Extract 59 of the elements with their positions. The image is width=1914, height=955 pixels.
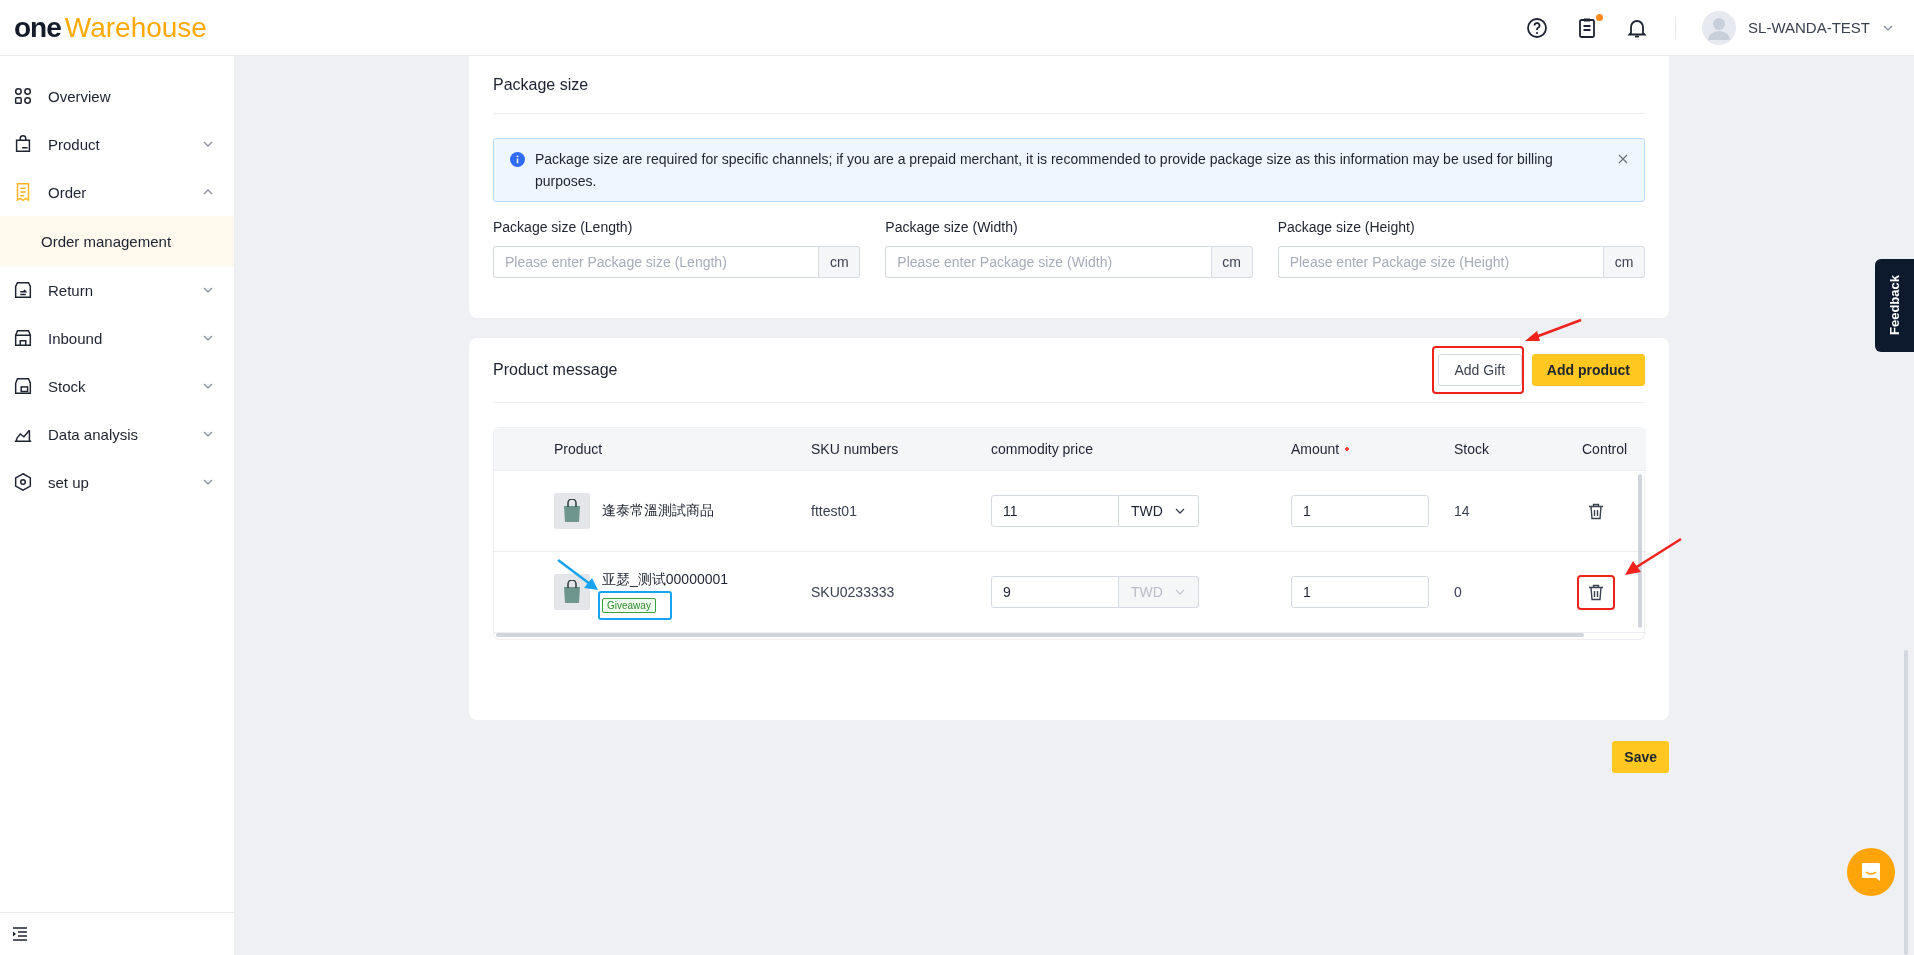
- sidebar-item[interactable]: Stock: [0, 362, 234, 410]
- size-input-field[interactable]: Please enter Package size (Height): [1277, 246, 1603, 278]
- column-header: Control: [1582, 440, 1628, 459]
- column-header: Product: [554, 440, 603, 459]
- column-header: SKU numbers: [811, 440, 899, 459]
- close-icon[interactable]: [1618, 154, 1628, 164]
- field-label: Package size (Length): [493, 219, 634, 235]
- required-mark: [1344, 446, 1351, 452]
- price-input-field[interactable]: 9: [991, 576, 1119, 608]
- info-icon: [510, 152, 525, 167]
- column-header: commodity price: [991, 440, 1093, 459]
- sidebar-item[interactable]: Overview: [0, 72, 234, 120]
- collapse-menu-icon[interactable]: [12, 927, 28, 941]
- sidebar-item[interactable]: Product: [0, 120, 234, 168]
- help-icon[interactable]: [1525, 15, 1550, 40]
- product-name: 逢泰常溫測試商品: [602, 502, 714, 520]
- feedback-tab[interactable]: Feedback: [1875, 259, 1914, 352]
- section-title: Product message: [493, 361, 619, 379]
- sidebar-item[interactable]: Order: [0, 168, 234, 216]
- scrollbar[interactable]: [1638, 474, 1642, 628]
- scrollbar[interactable]: [496, 633, 1584, 637]
- product-name: 亚瑟_测试00000001: [602, 571, 729, 589]
- amount-input-field[interactable]: 1: [1291, 576, 1429, 608]
- photo-placeholder: [554, 574, 590, 610]
- price-input-field[interactable]: 11: [991, 495, 1119, 527]
- sidebar-item[interactable]: set up: [0, 458, 234, 506]
- sidebar-item[interactable]: Data analysis: [0, 410, 234, 458]
- currency-select[interactable]: TWD: [1119, 495, 1199, 527]
- field-label: Package size (Width): [885, 219, 1019, 235]
- sidebar-item[interactable]: Return: [0, 266, 234, 314]
- alert-text: Package size are required for specific channels; if you are a prepaid merchant, it is recommended to provide package size as this information may be used for billing purposes.: [535, 150, 1554, 191]
- column-header: Amount: [1291, 440, 1340, 459]
- unit-addon: cm: [818, 246, 861, 278]
- field-label: Package size (Height): [1277, 219, 1416, 235]
- size-input-field[interactable]: Please enter Package size (Length): [493, 246, 819, 278]
- amount-input-field[interactable]: 1: [1291, 495, 1429, 527]
- section-title: Package size: [493, 75, 589, 94]
- logo-text: one: [14, 13, 61, 42]
- unit-addon: cm: [1210, 246, 1253, 278]
- unit-addon: cm: [1603, 246, 1645, 278]
- arrow-annotation: [1623, 536, 1683, 577]
- save-button[interactable]: Save: [1612, 741, 1669, 773]
- giveaway-tag: Giveaway: [602, 598, 656, 613]
- trash-icon[interactable]: [1588, 583, 1604, 601]
- highlight-frame: [1577, 574, 1615, 610]
- sku-text: fttest01: [811, 471, 991, 552]
- user-name[interactable]: SL-WANDA-TEST: [1748, 19, 1870, 36]
- sidebar-subitem[interactable]: Order management: [0, 216, 234, 266]
- photo-placeholder: [554, 493, 590, 529]
- stock-text: 14: [1454, 471, 1582, 552]
- chat-icon: [1860, 861, 1882, 883]
- add-product-button[interactable]: Add product: [1531, 354, 1645, 386]
- sidebar-item[interactable]: Inbound: [0, 314, 234, 362]
- size-input-field[interactable]: Please enter Package size (Width): [885, 246, 1211, 278]
- logo-text: Warehouse: [64, 13, 207, 42]
- column-header: Stock: [1454, 440, 1489, 459]
- add-gift-button[interactable]: Add Gift: [1437, 354, 1522, 386]
- trash-icon[interactable]: [1588, 502, 1604, 520]
- arrow-annotation: [556, 558, 600, 592]
